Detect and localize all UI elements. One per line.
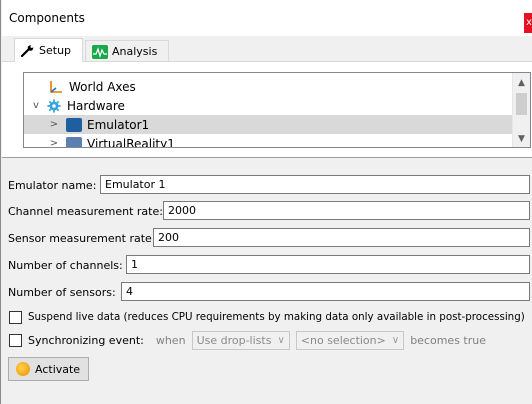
- channel-rate-label: Channel measurement rate:: [8, 204, 163, 218]
- activate-label: Activate: [35, 362, 81, 376]
- sync-event-dropdown[interactable]: <no selection> ∨: [295, 330, 405, 350]
- analysis-icon: [92, 44, 108, 59]
- title-bar: Components x: [2, 0, 532, 36]
- scroll-up-icon[interactable]: ▲: [513, 75, 530, 91]
- scroll-down-icon[interactable]: ▼: [513, 131, 530, 147]
- tab-setup-label: Setup: [39, 44, 72, 57]
- components-tree[interactable]: World Axes v Hardware > Emulator1 > Virt…: [23, 72, 531, 148]
- tree-item-hardware[interactable]: v Hardware: [24, 96, 512, 115]
- sync-label: Synchronizing event:: [28, 333, 144, 347]
- num-sensors-row: Number of sensors:: [8, 282, 116, 302]
- suspend-row[interactable]: Suspend live data (reduces CPU requireme…: [9, 308, 525, 326]
- tree-item-label: World Axes: [69, 79, 136, 94]
- emulator-name-label: Emulator name:: [8, 178, 97, 192]
- tree-item-label: VirtualReality1: [87, 136, 175, 148]
- window-title: Components: [9, 11, 85, 25]
- scroll-thumb[interactable]: [516, 93, 527, 115]
- tree-item-label: Emulator1: [87, 117, 150, 132]
- sync-event-value: <no selection>: [300, 333, 386, 347]
- emulator-name-row: Emulator name:: [8, 175, 96, 195]
- sensor-rate-input[interactable]: 200: [153, 228, 530, 247]
- num-sensors-label: Number of sensors:: [8, 285, 116, 299]
- suspend-label: Suspend live data (reduces CPU requireme…: [28, 311, 525, 323]
- tab-analysis-label: Analysis: [112, 45, 158, 58]
- tree-item-label: Hardware: [67, 98, 125, 113]
- sync-component-dropdown[interactable]: Use drop-lists ∨: [191, 330, 290, 350]
- num-sensors-input[interactable]: 4: [121, 282, 530, 301]
- emulator-icon: [66, 117, 82, 132]
- expand-toggle[interactable]: >: [48, 138, 60, 147]
- activate-icon: [16, 362, 30, 376]
- tab-setup[interactable]: Setup: [14, 38, 83, 62]
- expand-toggle[interactable]: >: [48, 119, 60, 130]
- expand-toggle[interactable]: v: [30, 100, 42, 111]
- panel-splitter[interactable]: [2, 157, 532, 158]
- tree-item-emulator1[interactable]: > Emulator1: [24, 115, 512, 134]
- gear-icon: [47, 98, 61, 113]
- tree-scrollbar[interactable]: ▲ ▼: [512, 73, 530, 147]
- sync-suffix-label: becomes true: [410, 333, 487, 347]
- suspend-checkbox[interactable]: [9, 310, 22, 324]
- sync-when-label: when: [155, 333, 186, 347]
- sensor-rate-row: Sensor measurement rate:: [8, 228, 156, 248]
- activate-button[interactable]: Activate: [8, 357, 89, 381]
- channel-rate-row: Channel measurement rate:: [8, 201, 163, 221]
- num-channels-label: Number of channels:: [8, 258, 123, 272]
- components-window: Components x Setup Analysis World Axes v: [0, 0, 532, 404]
- axes-icon: [50, 80, 62, 93]
- num-channels-input[interactable]: 1: [126, 255, 530, 274]
- sync-component-value: Use drop-lists: [196, 333, 272, 347]
- vr-icon: [66, 136, 82, 147]
- tree-item-world-axes[interactable]: World Axes: [24, 77, 512, 96]
- chevron-down-icon: ∨: [391, 334, 400, 346]
- wrench-icon: [21, 44, 34, 57]
- emulator-name-input[interactable]: Emulator 1: [100, 175, 530, 194]
- num-channels-row: Number of channels:: [8, 255, 123, 275]
- sensor-rate-label: Sensor measurement rate:: [8, 231, 156, 245]
- sync-checkbox[interactable]: [9, 333, 22, 347]
- tree-item-virtualreality1[interactable]: > VirtualReality1: [24, 134, 512, 148]
- tab-analysis[interactable]: Analysis: [85, 40, 169, 62]
- chevron-down-icon: ∨: [277, 334, 285, 346]
- sync-row: Synchronizing event: when Use drop-lists…: [9, 330, 487, 350]
- channel-rate-input[interactable]: 2000: [163, 201, 530, 220]
- close-button[interactable]: x: [524, 13, 532, 33]
